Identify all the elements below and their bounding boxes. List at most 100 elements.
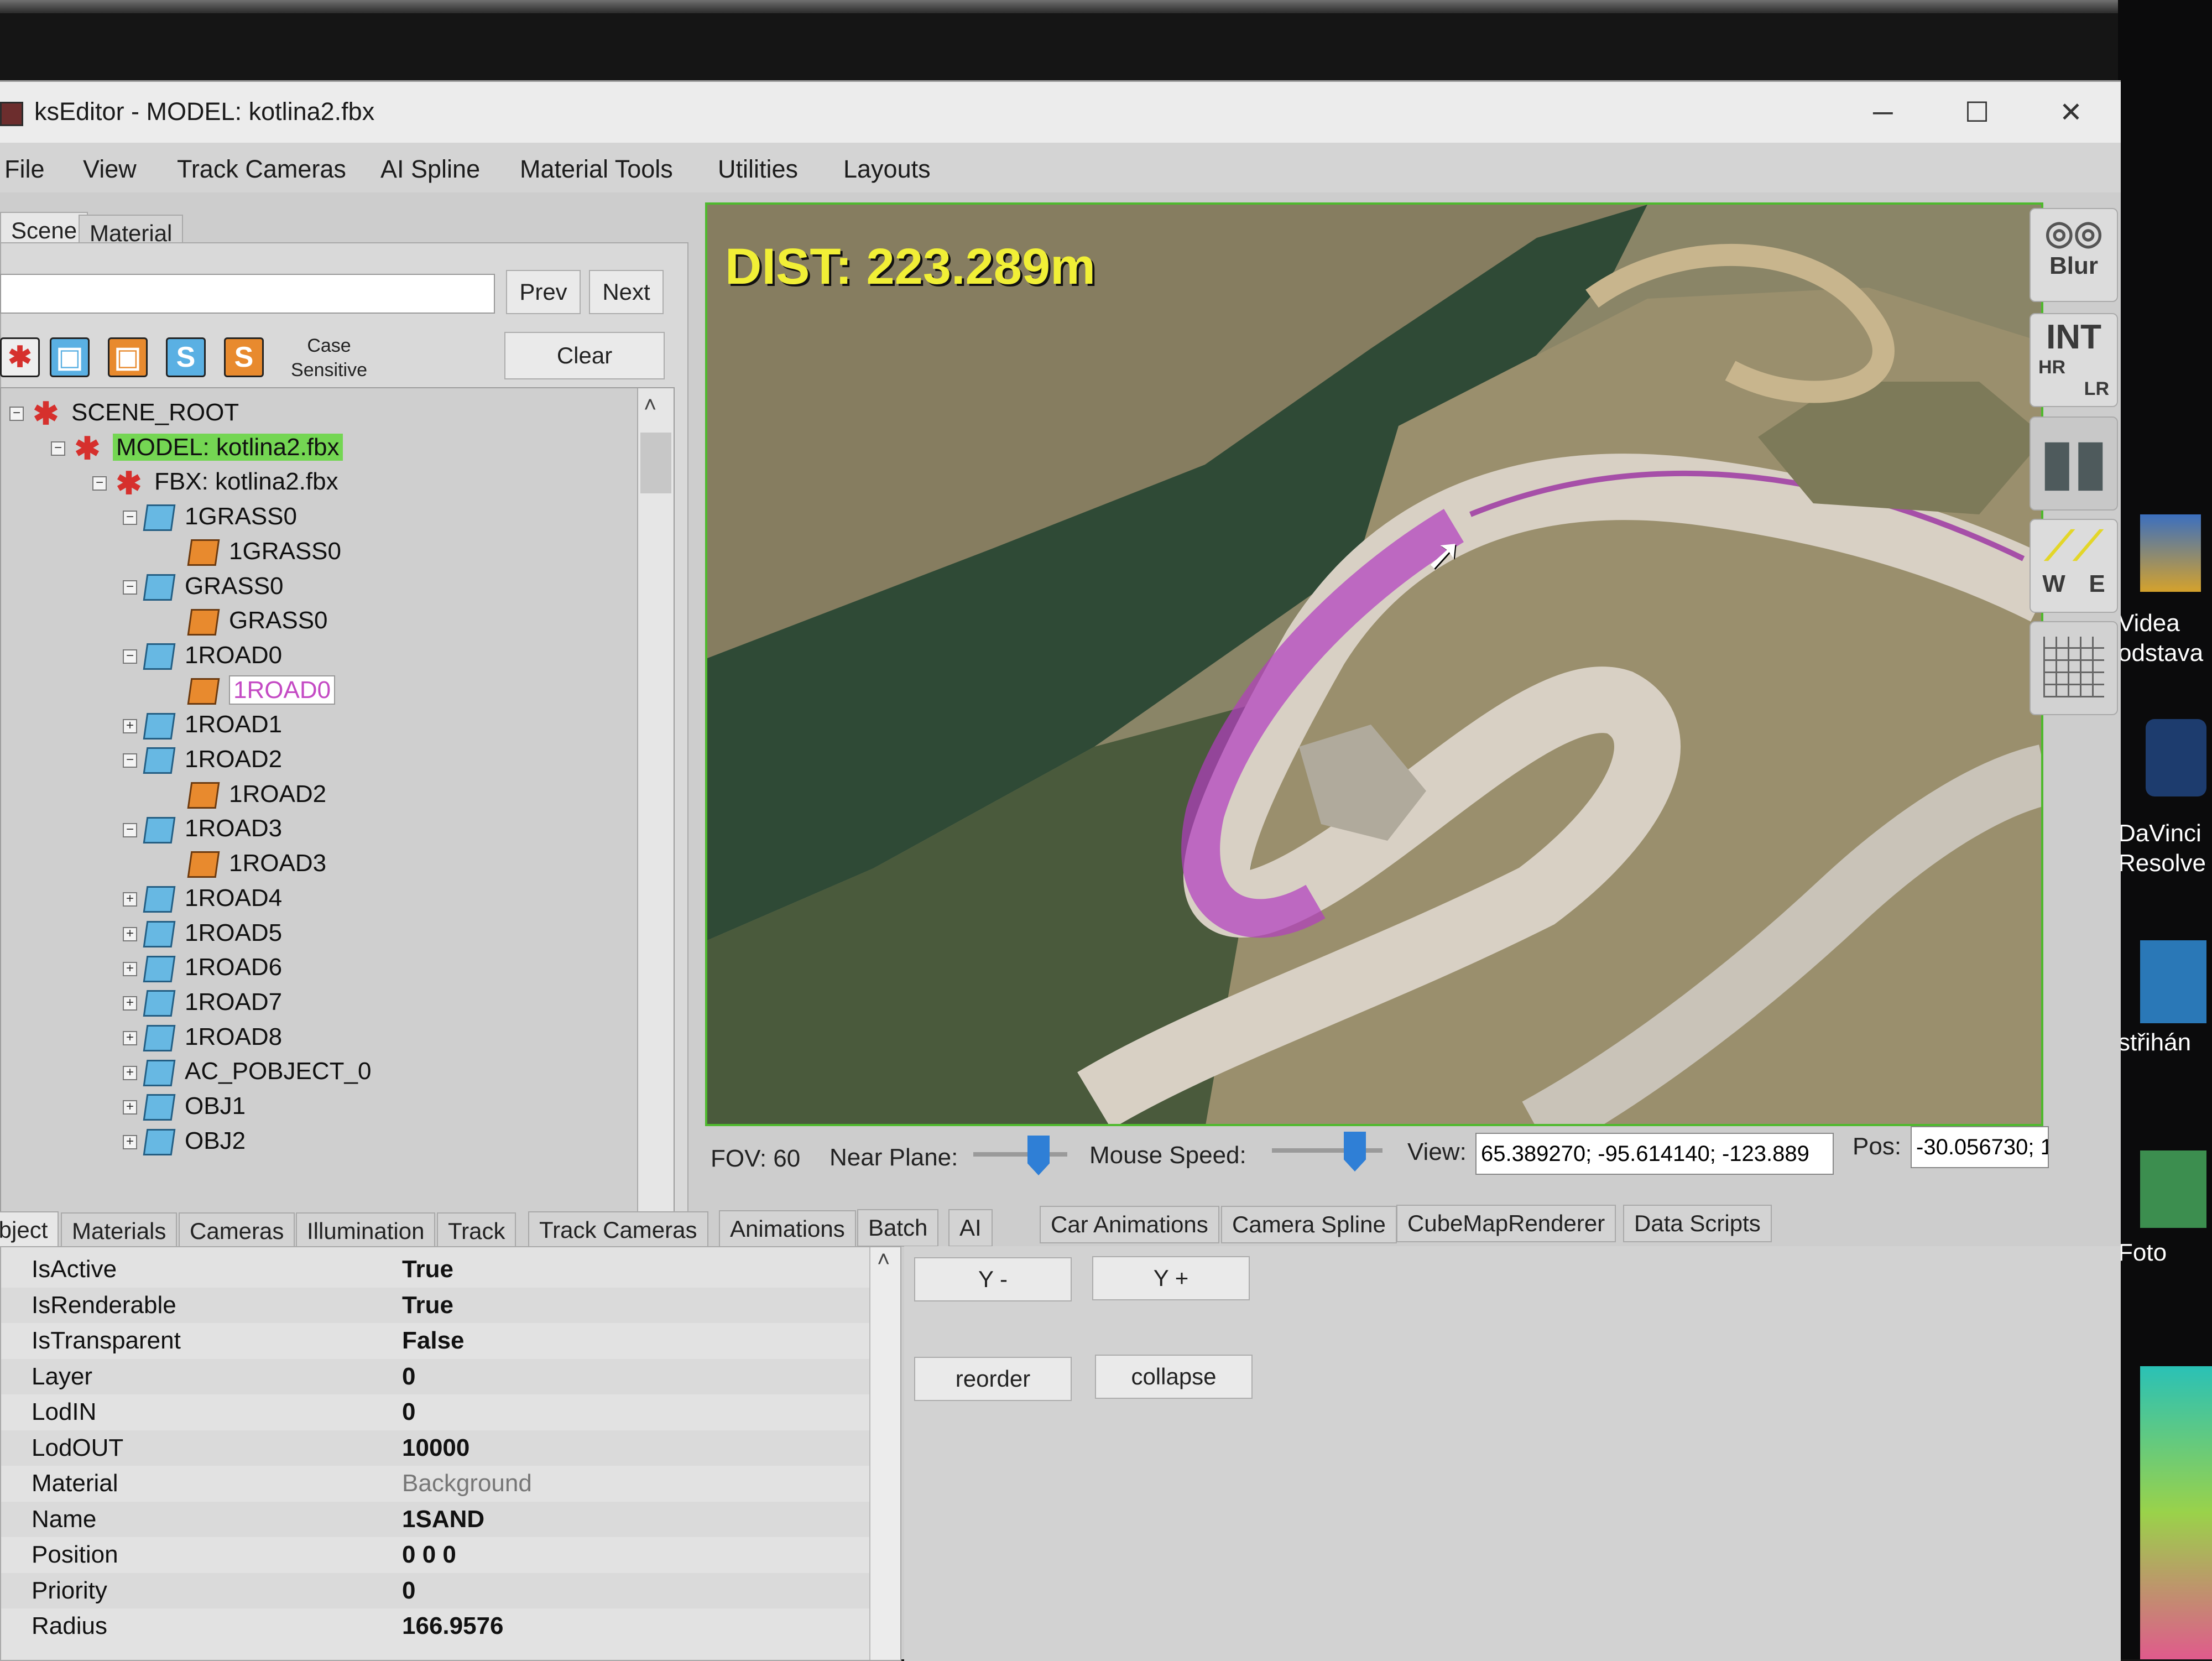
tab-object[interactable]: Object [0,1211,59,1249]
property-row[interactable]: IsActive True [1,1252,897,1287]
tree-row[interactable]: − 1ROAD2 [123,742,282,777]
menu-file[interactable]: File [4,155,45,184]
minimize-button[interactable]: ─ [1858,87,1908,137]
tab-data-scripts[interactable]: Data Scripts [1623,1205,1772,1242]
property-value[interactable]: 166.9576 [402,1608,504,1644]
tab-track[interactable]: Track [437,1212,517,1250]
menu-layouts[interactable]: Layouts [843,155,931,184]
y-plus-button[interactable]: Y + [1092,1256,1250,1300]
tree-row[interactable]: − ✱ SCENE_ROOT [9,395,239,430]
property-value[interactable]: Background [402,1466,532,1501]
collapse-button[interactable]: collapse [1095,1355,1253,1399]
tree-row[interactable]: 1ROAD2 [167,777,326,812]
expand-icon[interactable]: + [123,926,137,941]
expand-icon[interactable]: + [123,961,137,976]
near-plane-slider[interactable] [973,1136,1067,1175]
tree-row[interactable]: +1ROAD7 [123,985,282,1020]
mouse-speed-slider-thumb[interactable] [1344,1132,1366,1171]
reorder-button[interactable]: reorder [914,1357,1072,1401]
property-value[interactable]: 0 [402,1359,415,1394]
property-row[interactable]: Priority 0 [1,1573,897,1608]
property-value[interactable]: 0 [402,1573,415,1608]
prev-button[interactable]: Prev [506,270,581,314]
menu-utilities[interactable]: Utilities [718,155,798,184]
tab-animations[interactable]: Animations [719,1210,856,1248]
collapse-icon[interactable]: − [123,753,137,768]
next-button[interactable]: Next [589,270,664,314]
tab-materials[interactable]: Materials [61,1212,178,1250]
expand-icon[interactable]: + [123,1030,137,1045]
tree-row[interactable]: GRASS0 [167,603,328,638]
tree-row[interactable]: − ✱ MODEL: kotlina2.fbx [51,430,343,465]
case-sensitive-toggle[interactable]: Case Sensitive [288,334,371,382]
expand-icon[interactable]: + [123,996,137,1011]
tree-scroll-thumb[interactable] [640,433,671,493]
tab-camera-spline[interactable]: Camera Spline [1221,1206,1397,1243]
property-row[interactable]: IsTransparent False [1,1323,897,1358]
property-value[interactable]: False [402,1323,465,1358]
tree-row[interactable]: +1ROAD1 [123,707,282,742]
tab-ai[interactable]: AI [948,1209,993,1247]
property-value[interactable]: True [402,1252,453,1287]
collapse-icon[interactable]: − [123,511,137,525]
property-value[interactable]: 0 [402,1394,415,1430]
maximize-button[interactable]: ☐ [1952,87,2002,137]
expand-icon[interactable]: + [123,1065,137,1080]
y-minus-button[interactable]: Y - [914,1257,1072,1301]
property-row[interactable]: Layer 0 [1,1358,897,1394]
mouse-speed-slider[interactable] [1272,1132,1383,1171]
property-scrollbar[interactable]: ˄ [869,1247,900,1660]
property-row[interactable]: LodOUT 10000 [1,1430,897,1466]
property-value[interactable]: 1SAND [402,1502,484,1537]
foto-desktop-icon[interactable] [2140,1150,2206,1228]
near-plane-slider-thumb[interactable] [1027,1136,1050,1175]
tree-row[interactable]: 1ROAD0 [167,673,336,708]
property-row[interactable]: Position 0 0 0 [1,1537,897,1573]
collapse-icon[interactable]: − [9,407,24,421]
tree-row[interactable]: − 1ROAD3 [123,811,282,846]
davinci-desktop-icon[interactable] [2146,719,2206,796]
filter-all-icon[interactable]: ✱ [0,337,40,377]
view-coordinates-field[interactable]: 65.389270; -95.614140; -123.889 [1475,1133,1834,1175]
property-value[interactable]: 10000 [402,1430,469,1466]
tab-car-animations[interactable]: Car Animations [1040,1206,1219,1243]
tree-row[interactable]: +1ROAD5 [123,915,282,951]
scroll-up-icon[interactable]: ˄ [644,393,656,418]
expand-icon[interactable]: + [123,1100,137,1115]
int-tool-button[interactable]: INT HR LR [2030,313,2118,407]
menu-view[interactable]: View [83,155,137,184]
position-coordinates-field[interactable]: -30.056730; 1 [1911,1126,2049,1168]
menu-track-cameras[interactable]: Track Cameras [177,155,346,184]
property-row[interactable]: Material Background [1,1466,897,1501]
property-row[interactable]: IsRenderable True [1,1287,897,1323]
menu-material-tools[interactable]: Material Tools [520,155,673,184]
tree-row[interactable]: 1ROAD3 [167,846,326,881]
tree-row[interactable]: − GRASS0 [123,569,284,604]
tab-batch[interactable]: Batch [857,1209,939,1247]
property-value[interactable]: True [402,1288,453,1323]
collapse-icon[interactable]: − [123,580,137,595]
expand-icon[interactable]: + [123,1135,137,1150]
tree-row[interactable]: +1ROAD4 [123,881,282,916]
3d-viewport[interactable]: DIST: 223.289m ➚ [705,202,2043,1126]
expand-icon[interactable]: + [123,718,137,733]
glass-tool-button[interactable]: ▮▮ [2030,416,2118,511]
tree-scrollbar[interactable]: ˄ ˅ [637,388,674,1254]
tree-row[interactable]: 1GRASS0 [167,534,341,569]
tab-track-cameras[interactable]: Track Cameras [528,1211,708,1249]
tree-row[interactable]: +1ROAD8 [123,1019,282,1055]
property-row[interactable]: LodIN 0 [1,1394,897,1430]
property-value[interactable]: 0 0 0 [402,1537,456,1573]
property-scroll-up-icon[interactable]: ˄ [877,1247,890,1272]
collapse-icon[interactable]: − [123,649,137,664]
clear-button[interactable]: Clear [504,332,665,379]
expand-icon[interactable]: + [123,892,137,907]
filter-skinned-leaf-icon[interactable]: S [224,337,264,377]
property-row[interactable]: Name 1SAND [1,1501,897,1537]
tree-row[interactable]: − ✱ FBX: kotlina2.fbx [92,464,338,499]
tree-row[interactable]: +1ROAD6 [123,950,282,985]
filter-skinned-icon[interactable]: S [166,337,206,377]
grid-tool-button[interactable] [2030,621,2118,715]
videa-desktop-icon[interactable] [2140,514,2201,592]
tree-row[interactable]: + OBJ2 [123,1123,246,1159]
